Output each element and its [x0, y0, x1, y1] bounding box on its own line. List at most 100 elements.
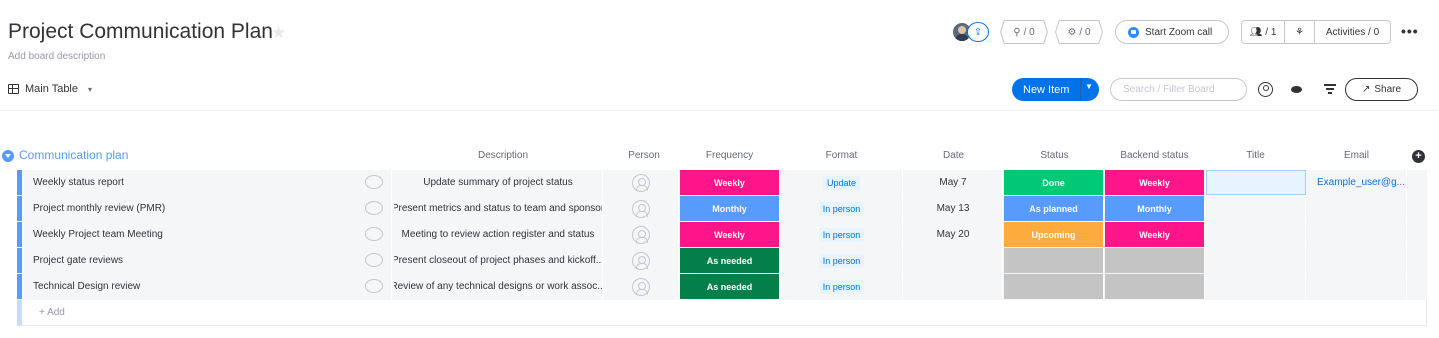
frequency-cell[interactable]: Monthly — [680, 196, 780, 221]
date-cell[interactable]: May 20 — [904, 222, 1003, 247]
column-header-description[interactable]: Description — [403, 150, 603, 161]
title-cell[interactable] — [1206, 196, 1306, 221]
search-input[interactable]: Search / Filter Board — [1110, 78, 1247, 101]
activities-button[interactable]: Activities / 0 — [1315, 21, 1390, 43]
column-header-date[interactable]: Date — [903, 150, 1004, 161]
eye-icon[interactable] — [1291, 86, 1302, 93]
backend-status-cell[interactable]: Weekly — [1105, 170, 1205, 195]
person-cell[interactable] — [604, 196, 679, 221]
column-header-email[interactable]: Email — [1306, 150, 1407, 161]
email-cell[interactable] — [1307, 196, 1407, 221]
status-cell[interactable] — [1004, 274, 1104, 299]
backend-status-cell[interactable]: Monthly — [1105, 196, 1205, 221]
chevron-down-icon: ▾ — [88, 84, 93, 94]
description-cell[interactable]: Review of any technical designs or work … — [394, 274, 603, 299]
person-cell[interactable] — [604, 248, 679, 273]
email-cell[interactable] — [1307, 248, 1407, 273]
backend-status-cell[interactable] — [1105, 274, 1205, 299]
table-row[interactable]: Project gate reviews Present closeout of … — [17, 248, 1427, 274]
integrations-button[interactable]: ⚲/ 0 — [1001, 21, 1047, 43]
description-cell[interactable]: Present metrics and status to team and s… — [394, 196, 603, 221]
table-row[interactable]: Technical Design review Review of any tec… — [17, 274, 1427, 300]
frequency-cell[interactable]: As needed — [680, 274, 780, 299]
comment-bubble-icon[interactable] — [365, 253, 383, 267]
person-cell[interactable] — [604, 170, 679, 195]
frequency-cell[interactable]: Weekly — [680, 222, 780, 247]
board-title[interactable]: Project Communication Plan — [8, 20, 273, 44]
add-item-row[interactable]: + Add — [17, 300, 1427, 326]
comment-bubble-icon[interactable] — [365, 279, 383, 293]
date-cell[interactable]: May 7 — [904, 170, 1003, 195]
item-name-text: Project gate reviews — [33, 255, 124, 266]
title-cell[interactable] — [1206, 170, 1306, 195]
item-name[interactable]: Project monthly review (PMR) — [22, 196, 392, 221]
filter-icon[interactable] — [1324, 84, 1336, 96]
date-cell[interactable] — [904, 248, 1003, 273]
date-cell[interactable]: May 13 — [904, 196, 1003, 221]
chevron-down-icon[interactable]: ▼ — [1085, 82, 1093, 91]
activity-icon: ⚘ — [1295, 26, 1304, 38]
format-cell[interactable]: In person — [781, 248, 903, 273]
column-header-backend-status[interactable]: Backend status — [1104, 150, 1205, 161]
comment-bubble-icon[interactable] — [365, 201, 383, 215]
format-cell[interactable]: Update — [781, 170, 903, 195]
invite-icon[interactable]: ⇪ — [967, 22, 989, 42]
frequency-cell[interactable]: Weekly — [680, 170, 780, 195]
person-cell[interactable] — [604, 222, 679, 247]
item-name[interactable]: Weekly status report — [22, 170, 392, 195]
activity-log-button[interactable]: ⚘ — [1285, 21, 1315, 43]
person-cell[interactable] — [604, 274, 679, 299]
new-item-button[interactable]: New Item ▼ — [1012, 78, 1099, 101]
item-name[interactable]: Weekly Project team Meeting — [22, 222, 392, 247]
add-column-button[interactable]: + — [1412, 150, 1425, 163]
title-cell[interactable] — [1206, 222, 1306, 247]
group-collapse-icon[interactable] — [2, 150, 14, 162]
description-cell[interactable]: Present closeout of project phases and k… — [394, 248, 603, 273]
status-cell[interactable]: As planned — [1004, 196, 1104, 221]
format-cell[interactable]: In person — [781, 222, 903, 247]
title-cell[interactable] — [1206, 248, 1306, 273]
group-title[interactable]: Communication plan — [19, 148, 128, 162]
column-header-title[interactable]: Title — [1205, 150, 1306, 161]
item-name[interactable]: Project gate reviews — [22, 248, 392, 273]
format-cell[interactable]: In person — [781, 196, 903, 221]
item-name[interactable]: Technical Design review — [22, 274, 392, 299]
comment-bubble-icon[interactable] — [365, 175, 383, 189]
table-row[interactable]: Weekly Project team Meeting Meeting to re… — [17, 222, 1427, 248]
description-cell[interactable]: Update summary of project status — [394, 170, 603, 195]
email-cell[interactable] — [1307, 222, 1407, 247]
zoom-call-button[interactable]: Start Zoom call — [1115, 20, 1229, 44]
item-name-text: Technical Design review — [33, 281, 141, 292]
status-cell[interactable]: Done — [1004, 170, 1104, 195]
backend-status-cell[interactable] — [1105, 248, 1205, 273]
board-description[interactable]: Add board description — [8, 51, 105, 62]
zoom-icon — [1128, 26, 1139, 38]
title-cell[interactable] — [1206, 274, 1306, 299]
item-name-text: Weekly Project team Meeting — [33, 229, 163, 240]
status-cell[interactable] — [1004, 248, 1104, 273]
column-header-person[interactable]: Person — [615, 150, 673, 161]
comment-bubble-icon[interactable] — [365, 227, 383, 241]
frequency-cell[interactable]: As needed — [680, 248, 780, 273]
automations-button[interactable]: ⚙/ 0 — [1056, 21, 1102, 43]
format-cell[interactable]: In person — [781, 274, 903, 299]
table-row[interactable]: Project monthly review (PMR) Present metr… — [17, 196, 1427, 222]
share-button[interactable]: ↗ Share — [1345, 78, 1418, 101]
column-header-frequency[interactable]: Frequency — [679, 150, 780, 161]
person-placeholder-icon — [632, 199, 650, 218]
members-button[interactable]: 👥︎/ 1 — [1242, 21, 1285, 43]
members-icon: 👥︎ — [1249, 26, 1263, 38]
email-cell[interactable]: Example_user@g... — [1307, 170, 1407, 195]
status-cell[interactable]: Upcoming — [1004, 222, 1104, 247]
star-icon[interactable]: ★ — [271, 24, 286, 41]
column-header-status[interactable]: Status — [1004, 150, 1105, 161]
email-cell[interactable] — [1307, 274, 1407, 299]
date-cell[interactable] — [904, 274, 1003, 299]
description-cell[interactable]: Meeting to review action register and st… — [394, 222, 603, 247]
column-header-format[interactable]: Format — [791, 150, 892, 161]
backend-status-cell[interactable]: Weekly — [1105, 222, 1205, 247]
table-row[interactable]: Weekly status report Update summary of pr… — [17, 170, 1427, 196]
more-options-icon[interactable]: ••• — [1401, 24, 1419, 38]
main-table-view[interactable]: Main Table ▾ — [8, 83, 92, 95]
person-filter-icon[interactable] — [1258, 82, 1273, 97]
